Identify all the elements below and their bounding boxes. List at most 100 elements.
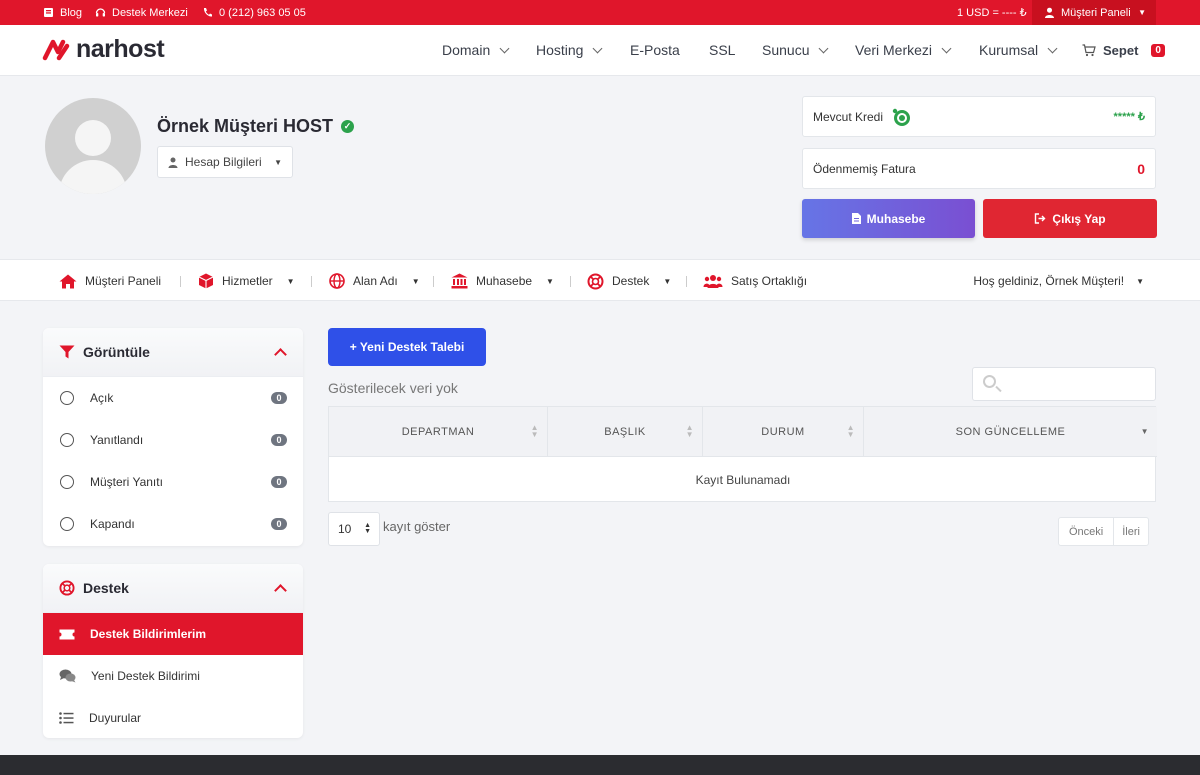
menu-affiliate[interactable]: Satış Ortaklığı [703, 260, 807, 302]
chevron-down-icon [1047, 43, 1058, 53]
logout-icon [1035, 213, 1046, 224]
chevron-up-icon[interactable] [274, 348, 287, 361]
nav-kurumsal[interactable]: Kurumsal [979, 25, 1058, 75]
nav-veri-merkezi[interactable]: Veri Merkezi [855, 25, 952, 75]
credit-label: Mevcut Kredi [813, 109, 884, 124]
footer [0, 755, 1200, 775]
nav-ssl[interactable]: SSL [709, 25, 735, 75]
phone-label: 0 (212) 963 05 05 [219, 6, 306, 19]
menu-customer-panel-label: Müşteri Paneli [85, 274, 162, 288]
menu-affiliate-label: Satış Ortaklığı [731, 274, 808, 288]
caret-down-icon: ▼ [411, 276, 420, 286]
sort-icon: ▲ ▼ [846, 423, 855, 439]
tickets-table: DEPARTMAN ▲ ▼ BAŞLIK ▲ ▼ DURUM ▲ ▼ SON GÜNC… [328, 406, 1157, 502]
chevron-down-icon [499, 43, 510, 53]
sidebar-item-label: Destek Bildirimlerim [90, 627, 207, 641]
menu-services[interactable]: Hizmetler ▼ [198, 260, 295, 302]
main-header: narhost Domain Hosting E-Posta SSL Sunuc… [0, 25, 1200, 76]
page-size-select[interactable]: 10 ▲ ▼ [328, 512, 380, 546]
sidebar-item-label: Yeni Destek Bildirimi [91, 669, 200, 683]
support-center-link[interactable]: Destek Merkezi [95, 0, 188, 25]
no-data-message: Gösterilecek veri yok [328, 380, 458, 396]
caret-down-icon: ▼ [663, 276, 672, 286]
account-info-dropdown[interactable]: Hesap Bilgileri ▼ [157, 146, 293, 178]
sidebar-item-new-ticket[interactable]: Yeni Destek Bildirimi [43, 655, 303, 697]
welcome-dropdown[interactable]: Hoş geldiniz, Örnek Müşteri! ▼ [973, 260, 1144, 302]
client-menu-bar: Müşteri Paneli Hizmetler ▼ Alan Adı ▼ Mu… [0, 259, 1200, 301]
sidebar-item-announcements[interactable]: Duyurular [43, 697, 303, 738]
column-header-last-updated[interactable]: SON GÜNCELLEME ▼ [864, 407, 1157, 457]
cart-link[interactable]: Sepet 0 [1082, 25, 1165, 75]
customer-panel-dropdown[interactable]: Müşteri Paneli ▼ [1032, 0, 1156, 25]
table-header: DEPARTMAN ▲ ▼ BAŞLIK ▲ ▼ DURUM ▲ ▼ SON GÜNC… [329, 407, 1157, 457]
nav-sunucu-label: Sunucu [762, 42, 810, 58]
menu-support[interactable]: Destek ▼ [587, 260, 671, 302]
next-page-button[interactable]: İleri [1113, 518, 1148, 545]
comments-icon [59, 669, 76, 683]
lifebuoy-icon [59, 580, 75, 596]
filter-item-answered[interactable]: Yanıtlandı 0 [43, 419, 303, 461]
blog-link[interactable]: Blog [43, 0, 82, 25]
caret-down-icon: ▼ [1138, 8, 1146, 17]
radio-button[interactable] [60, 475, 74, 489]
caret-down-icon: ▼ [286, 276, 295, 286]
blog-icon [44, 8, 53, 17]
menu-customer-panel[interactable]: Müşteri Paneli [59, 260, 161, 302]
column-header-department[interactable]: DEPARTMAN ▲ ▼ [329, 407, 548, 457]
credit-box: Mevcut Kredi ***** ₺ [802, 96, 1156, 137]
brand-name: narhost [76, 35, 165, 63]
support-card-header[interactable]: Destek [43, 564, 303, 613]
nav-eposta[interactable]: E-Posta [630, 25, 680, 75]
table-search-input[interactable] [972, 367, 1156, 401]
logout-button-label: Çıkış Yap [1052, 211, 1106, 226]
menu-accounting-label: Muhasebe [476, 274, 533, 288]
menu-accounting[interactable]: Muhasebe ▼ [451, 260, 554, 302]
chevron-down-icon [819, 43, 829, 53]
brand-logo[interactable]: narhost [42, 35, 165, 64]
pagination: Önceki İleri [1058, 517, 1149, 546]
column-header-status[interactable]: DURUM ▲ ▼ [703, 407, 864, 457]
document-icon [851, 213, 861, 224]
sidebar-item-label: Duyurular [89, 711, 142, 725]
filter-card-header[interactable]: Görüntüle [43, 328, 303, 377]
box-icon [198, 273, 214, 289]
refresh-credit-icon[interactable] [891, 107, 911, 127]
filter-item-open[interactable]: Açık 0 [43, 377, 303, 419]
avatar [45, 98, 141, 194]
filter-item-closed[interactable]: Kapandı 0 [43, 503, 303, 545]
chevron-up-icon[interactable] [274, 584, 287, 597]
count-badge: 0 [271, 476, 287, 488]
new-ticket-button[interactable]: + Yeni Destek Talebi [328, 328, 486, 366]
filter-item-label: Açık [90, 391, 114, 405]
currency-label: 1 USD = ---- ₺ [957, 7, 1027, 19]
column-header-label: BAŞLIK [604, 426, 646, 438]
unpaid-label: Ödenmemiş Fatura [813, 161, 916, 176]
page-size-label: kayıt göster [383, 519, 451, 534]
column-header-title[interactable]: BAŞLIK ▲ ▼ [548, 407, 703, 457]
logout-button[interactable]: Çıkış Yap [983, 199, 1157, 238]
select-arrows-icon: ▲ ▼ [364, 522, 371, 535]
phone-link[interactable]: 0 (212) 963 05 05 [202, 0, 306, 25]
cart-count-badge: 0 [1151, 43, 1165, 57]
nav-eposta-label: E-Posta [630, 42, 680, 58]
user-icon [168, 157, 178, 168]
support-center-label: Destek Merkezi [112, 6, 188, 19]
prev-page-button[interactable]: Önceki [1059, 518, 1113, 545]
sort-icon: ▲ ▼ [685, 423, 694, 439]
filter-item-customer-reply[interactable]: Müşteri Yanıtı 0 [43, 461, 303, 503]
page-size-value: 10 [338, 522, 352, 536]
menu-domain[interactable]: Alan Adı ▼ [329, 260, 420, 302]
nav-hosting-label: Hosting [536, 42, 584, 58]
phone-icon [203, 8, 212, 17]
accounting-button[interactable]: Muhasebe [802, 199, 975, 238]
chevron-down-icon [941, 43, 952, 53]
sidebar-item-my-tickets[interactable]: Destek Bildirimlerim [43, 613, 303, 655]
nav-sunucu[interactable]: Sunucu [762, 25, 829, 75]
nav-veri-label: Veri Merkezi [855, 42, 933, 58]
radio-button[interactable] [60, 517, 74, 531]
nav-domain[interactable]: Domain [442, 25, 510, 75]
nav-hosting[interactable]: Hosting [536, 25, 603, 75]
radio-button[interactable] [60, 433, 74, 447]
count-badge: 0 [271, 392, 287, 404]
radio-button[interactable] [60, 391, 74, 405]
